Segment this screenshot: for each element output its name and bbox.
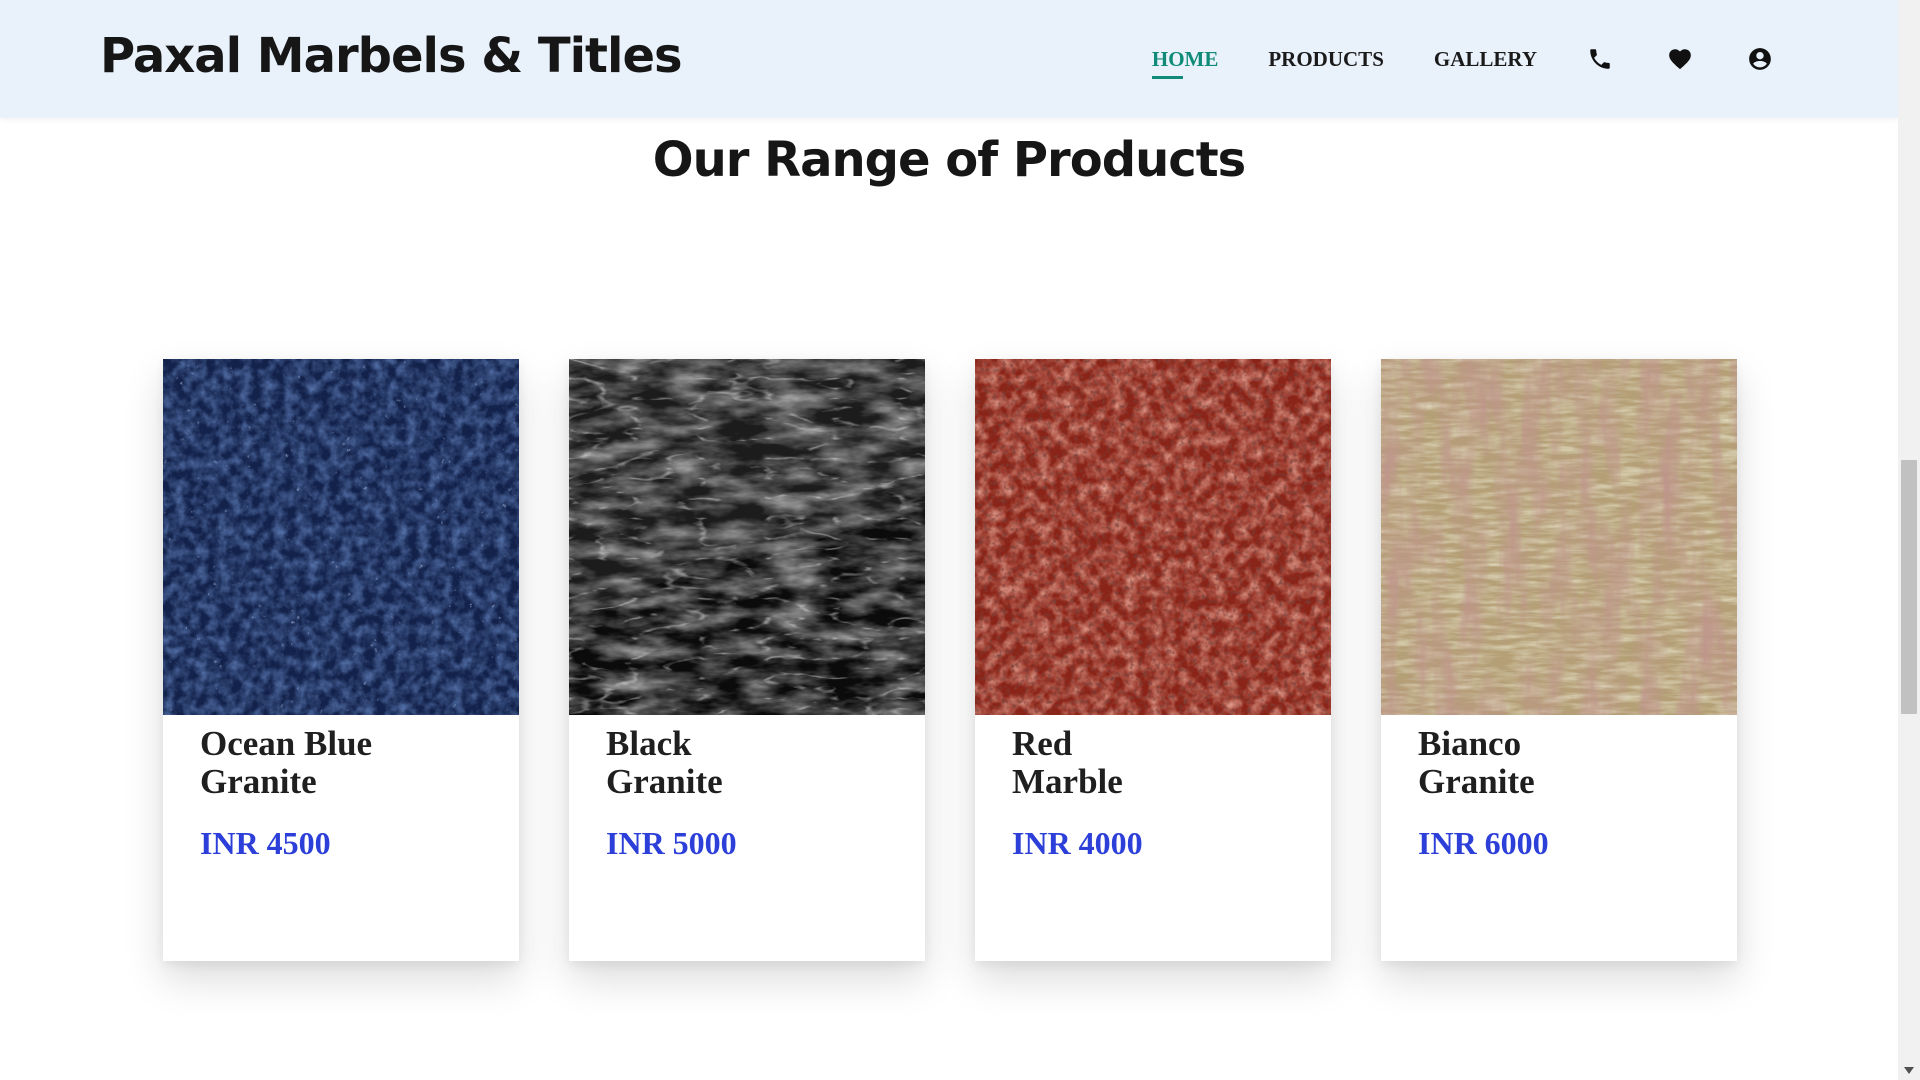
product-price: INR 6000 <box>1418 825 1549 861</box>
red-marble-image <box>975 359 1331 715</box>
product-price: INR 5000 <box>606 825 737 861</box>
black-granite-image <box>569 359 925 715</box>
site-header: Paxal Marbels & Titles HOME PRODUCTS GAL… <box>0 0 1898 118</box>
product-name: Red Marble <box>1012 724 1123 801</box>
product-name: Ocean Blue Granite <box>200 724 373 801</box>
ocean-blue-granite-image <box>163 359 519 715</box>
product-card-ocean-blue-granite[interactable]: Ocean Blue Granite INR 4500 <box>163 359 519 961</box>
product-name: Black Granite <box>606 724 723 801</box>
product-card-red-marble[interactable]: Red Marble INR 4000 <box>975 359 1331 961</box>
heart-icon[interactable] <box>1667 46 1693 72</box>
section-title: Our Range of Products <box>652 132 1246 188</box>
product-card-black-granite[interactable]: Black Granite INR 5000 <box>569 359 925 961</box>
site-logo[interactable]: Paxal Marbels & Titles <box>100 28 683 84</box>
page: Paxal Marbels & Titles HOME PRODUCTS GAL… <box>0 0 1898 1080</box>
product-price: INR 4000 <box>1012 825 1143 861</box>
product-price: INR 4500 <box>200 825 331 861</box>
nav-products[interactable]: PRODUCTS <box>1268 47 1384 72</box>
vertical-scrollbar[interactable] <box>1898 0 1920 1080</box>
scroll-thumb[interactable] <box>1901 460 1917 714</box>
product-name: Bianco Granite <box>1418 724 1535 801</box>
main-nav: HOME PRODUCTS GALLERY <box>1151 0 1898 118</box>
nav-gallery[interactable]: GALLERY <box>1434 47 1537 72</box>
product-grid: Ocean Blue Granite INR 4500 Black Granit… <box>163 359 1737 961</box>
phone-icon[interactable] <box>1587 46 1613 72</box>
bianco-granite-image <box>1381 359 1737 715</box>
account-icon[interactable] <box>1747 46 1773 72</box>
nav-home[interactable]: HOME <box>1151 47 1218 79</box>
scroll-down-arrow-icon[interactable] <box>1898 1062 1920 1080</box>
product-card-bianco-granite[interactable]: Bianco Granite INR 6000 <box>1381 359 1737 961</box>
